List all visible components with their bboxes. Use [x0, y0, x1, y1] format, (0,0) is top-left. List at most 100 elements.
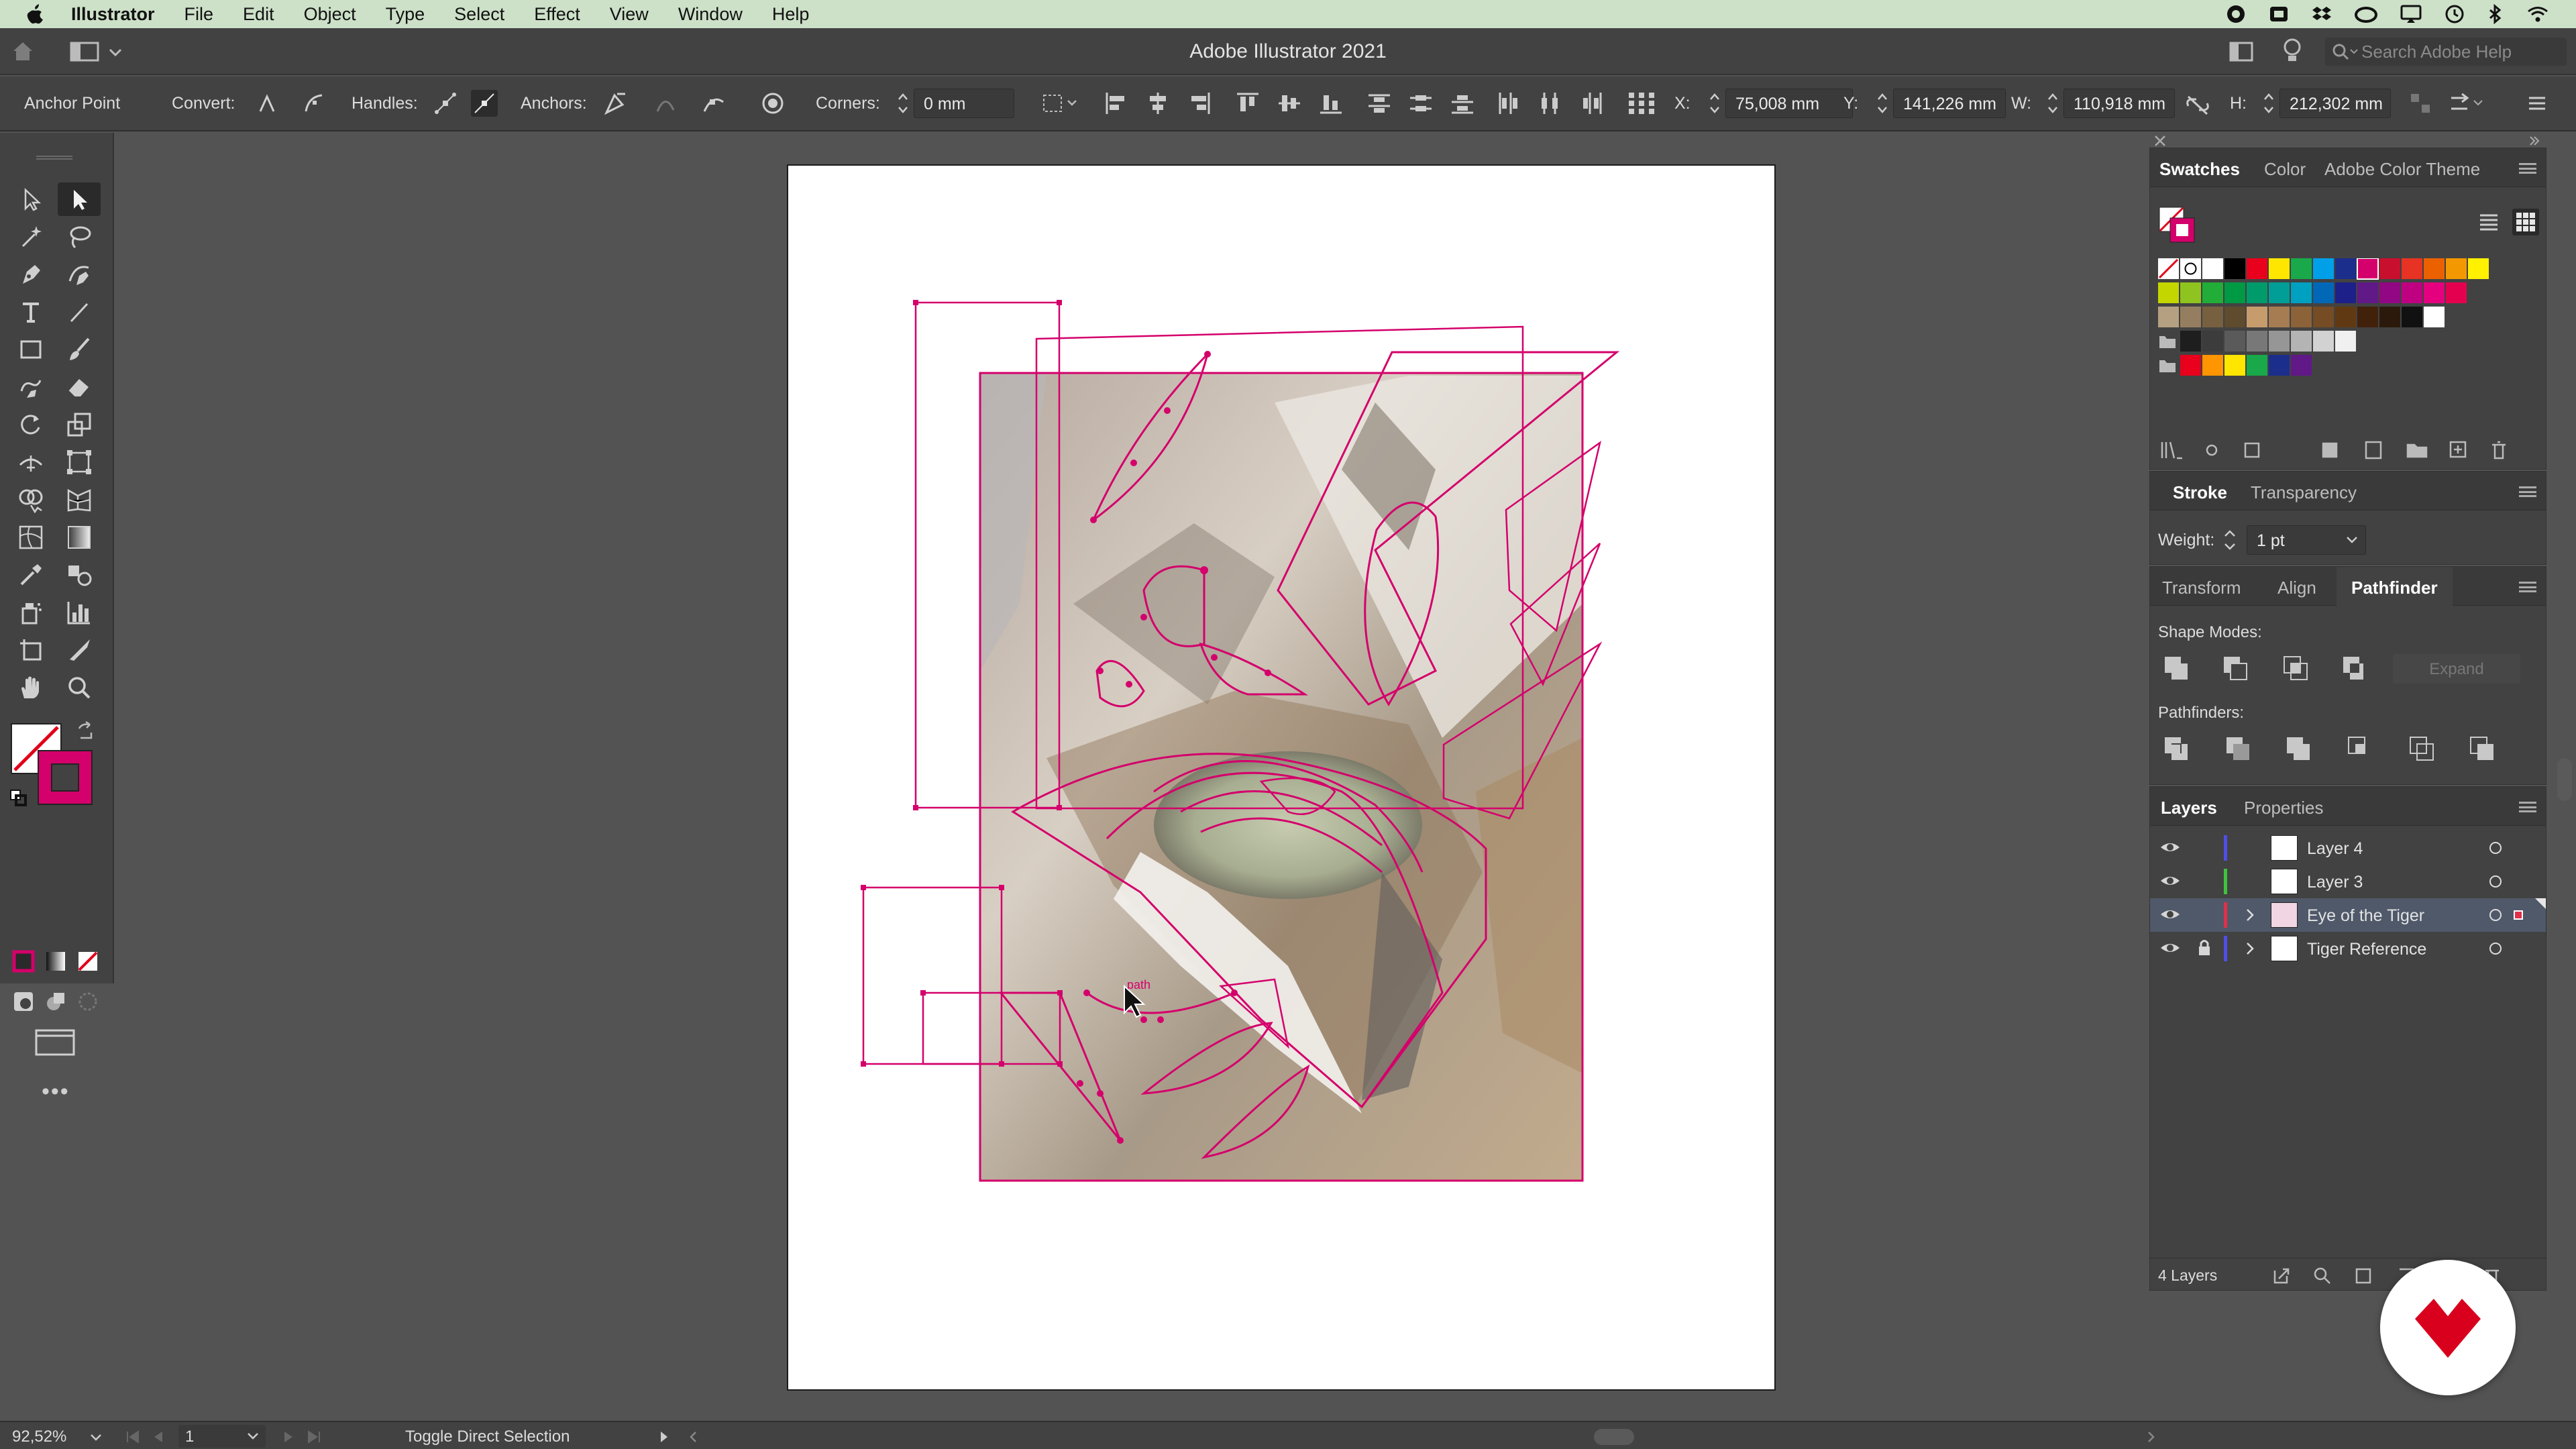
pathfinder-buttons[interactable]: [2162, 733, 2538, 767]
color-swatch[interactable]: [2313, 307, 2334, 327]
color-swatch[interactable]: [2202, 331, 2223, 352]
expand-layer-chevron-icon[interactable]: [2244, 908, 2256, 922]
tab-swatches[interactable]: Swatches: [2159, 159, 2240, 180]
last-artboard-icon[interactable]: [306, 1430, 322, 1444]
swatch-registration[interactable]: [2180, 258, 2201, 279]
color-swatch[interactable]: [2424, 282, 2445, 303]
target-circle-icon[interactable]: [2488, 941, 2503, 956]
color-swatch[interactable]: [2269, 331, 2290, 352]
visibility-eye-icon[interactable]: [2159, 940, 2181, 956]
layers-panel-menu-icon[interactable]: [2519, 802, 2536, 812]
tab-transparency[interactable]: Transparency: [2251, 482, 2357, 503]
target-circle-icon[interactable]: [2488, 908, 2503, 922]
color-swatch[interactable]: [2269, 258, 2290, 279]
horizontal-scroll-right-icon[interactable]: [2144, 1430, 2157, 1444]
color-swatch[interactable]: [2313, 331, 2334, 352]
color-group-folder-icon[interactable]: [2159, 360, 2176, 372]
color-swatch[interactable]: [2468, 258, 2489, 279]
lock-toggle-area[interactable]: [2194, 902, 2214, 928]
color-swatch[interactable]: [2402, 307, 2422, 327]
weight-spinner-icon[interactable]: [2222, 527, 2237, 553]
tab-pathfinder[interactable]: Pathfinder: [2337, 567, 2453, 606]
first-artboard-icon[interactable]: [125, 1430, 141, 1444]
horizontal-scrollbar-thumb[interactable]: [1594, 1429, 1634, 1445]
color-swatch[interactable]: [2291, 258, 2312, 279]
lock-icon[interactable]: [2197, 938, 2212, 957]
expand-button[interactable]: Expand: [2393, 654, 2520, 684]
color-swatch[interactable]: [2313, 258, 2334, 279]
color-swatch[interactable]: [2424, 258, 2445, 279]
zoom-dropdown-chevron-icon[interactable]: [89, 1430, 103, 1444]
color-swatch[interactable]: [2202, 307, 2223, 327]
color-swatch[interactable]: [2291, 307, 2312, 327]
color-swatch[interactable]: [2357, 282, 2378, 303]
current-fill-stroke-swatch[interactable]: [2158, 206, 2196, 244]
tab-transform[interactable]: Transform: [2162, 578, 2241, 598]
color-swatch[interactable]: [2224, 282, 2245, 303]
color-swatch[interactable]: [2180, 331, 2201, 352]
color-swatch[interactable]: [2269, 307, 2290, 327]
tab-properties[interactable]: Properties: [2244, 798, 2324, 818]
color-swatch[interactable]: [2158, 307, 2179, 327]
color-swatch[interactable]: [2291, 355, 2312, 376]
color-swatch[interactable]: [2158, 282, 2179, 303]
color-swatch[interactable]: [2202, 282, 2223, 303]
color-swatch[interactable]: [2291, 331, 2312, 352]
color-swatch[interactable]: [2379, 282, 2400, 303]
lock-toggle-area[interactable]: [2194, 835, 2214, 861]
tab-layers[interactable]: Layers: [2161, 798, 2217, 818]
shape-mode-buttons[interactable]: [2162, 653, 2363, 684]
chevron-down-icon[interactable]: [2345, 533, 2359, 546]
color-swatch[interactable]: [2202, 258, 2223, 279]
expand-layer-chevron-icon[interactable]: [2244, 941, 2256, 956]
color-swatch[interactable]: [2335, 331, 2356, 352]
color-swatch[interactable]: [2335, 258, 2356, 279]
vertical-scrollbar-thumb[interactable]: [2557, 758, 2572, 801]
swatch-grid[interactable]: [2158, 258, 2520, 392]
target-circle-icon[interactable]: [2488, 874, 2503, 889]
color-swatch[interactable]: [2335, 282, 2356, 303]
stroke-panel-menu-icon[interactable]: [2519, 486, 2536, 497]
layer-name[interactable]: Layer 4: [2307, 839, 2363, 859]
selected-art-indicator[interactable]: [2514, 910, 2523, 920]
tab-align[interactable]: Align: [2277, 578, 2316, 598]
color-swatch[interactable]: [2357, 307, 2378, 327]
tab-adobe-color-theme[interactable]: Adobe Color Theme: [2324, 159, 2480, 180]
color-swatch[interactable]: [2247, 355, 2267, 376]
color-swatch[interactable]: [2357, 258, 2379, 280]
color-swatch[interactable]: [2379, 307, 2400, 327]
previous-artboard-icon[interactable]: [152, 1430, 165, 1444]
color-swatch[interactable]: [2402, 258, 2422, 279]
color-swatch[interactable]: [2335, 307, 2356, 327]
color-swatch[interactable]: [2247, 282, 2267, 303]
color-swatch[interactable]: [2224, 258, 2245, 279]
layer-name[interactable]: Tiger Reference: [2307, 940, 2426, 959]
visibility-eye-icon[interactable]: [2159, 906, 2181, 922]
color-swatch[interactable]: [2224, 355, 2245, 376]
color-swatch[interactable]: [2269, 355, 2290, 376]
color-swatch[interactable]: [2247, 258, 2267, 279]
layer-row[interactable]: Layer 3: [2150, 865, 2546, 898]
color-group-folder-icon[interactable]: [2159, 336, 2176, 348]
grid-view-icon[interactable]: [2512, 209, 2539, 235]
color-swatch[interactable]: [2180, 307, 2201, 327]
color-swatch[interactable]: [2291, 282, 2312, 303]
visibility-eye-icon[interactable]: [2159, 839, 2181, 855]
color-swatch[interactable]: [2180, 355, 2201, 376]
color-swatch[interactable]: [2446, 282, 2467, 303]
color-swatch[interactable]: [2446, 258, 2467, 279]
color-swatch[interactable]: [2180, 282, 2201, 303]
lock-toggle-area[interactable]: [2194, 869, 2214, 894]
artboard-dropdown-chevron-icon[interactable]: [246, 1429, 260, 1442]
color-swatch[interactable]: [2224, 331, 2245, 352]
status-menu-arrow-icon[interactable]: [657, 1430, 671, 1444]
horizontal-scroll-left-icon[interactable]: [687, 1430, 700, 1444]
color-swatch[interactable]: [2402, 282, 2422, 303]
swatch-white-black[interactable]: [2424, 307, 2445, 327]
layer-row[interactable]: Layer 4: [2150, 831, 2546, 865]
tab-stroke[interactable]: Stroke: [2173, 482, 2227, 503]
color-swatch[interactable]: [2269, 282, 2290, 303]
target-circle-icon[interactable]: [2488, 841, 2503, 855]
visibility-eye-icon[interactable]: [2159, 873, 2181, 889]
color-swatch[interactable]: [2379, 258, 2400, 279]
